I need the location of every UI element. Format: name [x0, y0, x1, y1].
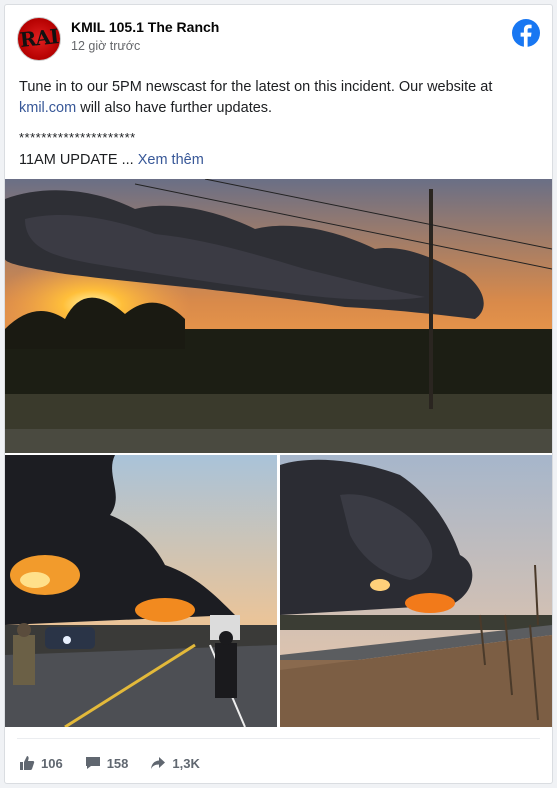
share-count: 1,3K — [172, 755, 200, 771]
post-text: Tune in to our 5PM newscast for the late… — [19, 77, 538, 119]
comment-icon — [85, 757, 100, 769]
photo-road-fire[interactable] — [5, 455, 277, 727]
facebook-icon[interactable] — [512, 19, 540, 47]
like-button[interactable]: 106 — [19, 755, 63, 771]
share-icon — [151, 757, 166, 769]
page-name[interactable]: KMIL 105.1 The Ranch — [71, 19, 219, 35]
photo-sunset-smoke[interactable] — [5, 179, 552, 453]
post-update: 11AM UPDATE ... Xem thêm — [19, 150, 538, 171]
comment-count: 158 — [106, 755, 129, 771]
thumbs-up-icon — [20, 756, 35, 770]
post-card: RAI KMIL 105.1 The Ranch 12 giờ trước Tu… — [4, 4, 553, 784]
avatar[interactable]: RAI — [17, 17, 61, 61]
post-divider: ********************* — [19, 130, 136, 145]
share-button[interactable]: 1,3K — [150, 755, 200, 771]
post-header: RAI KMIL 105.1 The Ranch 12 giờ trước — [17, 17, 540, 65]
post-text-tail: will also have further updates. — [76, 100, 273, 116]
update-label: 11AM UPDATE ... — [19, 152, 138, 168]
reaction-bar: 106 158 1,3K — [19, 753, 200, 773]
like-count: 106 — [41, 755, 63, 771]
footer-divider — [17, 738, 540, 739]
comment-button[interactable]: 158 — [85, 755, 129, 771]
photo-field-fire[interactable] — [280, 455, 552, 727]
post-text-line: Tune in to our 5PM newscast for the late… — [19, 79, 493, 95]
post-timestamp[interactable]: 12 giờ trước — [71, 39, 140, 53]
website-link[interactable]: kmil.com — [19, 100, 76, 116]
avatar-logo: RAI — [18, 24, 60, 52]
see-more-link[interactable]: Xem thêm — [138, 152, 204, 168]
